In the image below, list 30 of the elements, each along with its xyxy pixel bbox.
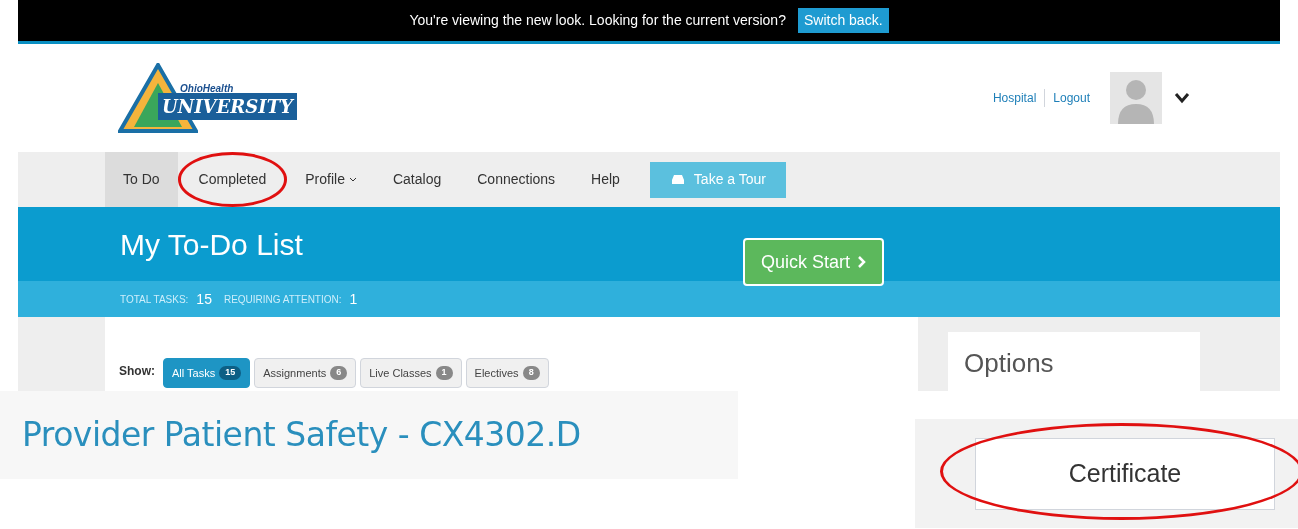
page-title: My To-Do List [120,226,303,263]
caret-icon [348,176,357,183]
stat-label: TOTAL TASKS: [120,292,189,307]
nav-tab[interactable]: Profile [287,152,375,207]
stat-label: REQUIRING ATTENTION: [223,292,342,307]
filter-button[interactable]: Live Classes 1 [360,358,462,388]
course-title: Provider Patient Safety - CX4302.D [22,414,581,457]
nav-tab[interactable]: To Do [105,152,178,207]
filter-button[interactable]: Electives 8 [465,358,549,388]
count-badge: 15 [219,366,242,380]
count-badge: 1 [435,366,453,380]
header-link[interactable]: Logout [1044,89,1098,107]
count-badge: 8 [522,366,540,380]
count-badge: 6 [330,366,348,380]
nav-tab[interactable]: Connections [459,152,574,207]
nav-tab[interactable]: Catalog [374,152,460,207]
banner-message: You're viewing the new look. Looking for the current version? [409,11,786,30]
chevron-down-icon[interactable] [1174,92,1190,104]
header-link[interactable]: Hospital [984,89,1045,107]
chevron-right-icon [858,256,866,268]
logo-title: UNIVERSITY [158,93,297,120]
nav-tab[interactable]: Help [573,152,638,207]
logo-subtitle: OhioHealth [180,82,234,96]
filter-button[interactable]: All Tasks 15 [163,358,251,388]
stat-value: 15 [196,289,212,309]
stat-value: 1 [349,289,358,309]
options-title: Options [964,347,1054,380]
filter-label: Show: [119,363,155,380]
filter-button[interactable]: Assignments 6 [254,358,357,388]
certificate-button[interactable]: Certificate [975,437,1275,510]
